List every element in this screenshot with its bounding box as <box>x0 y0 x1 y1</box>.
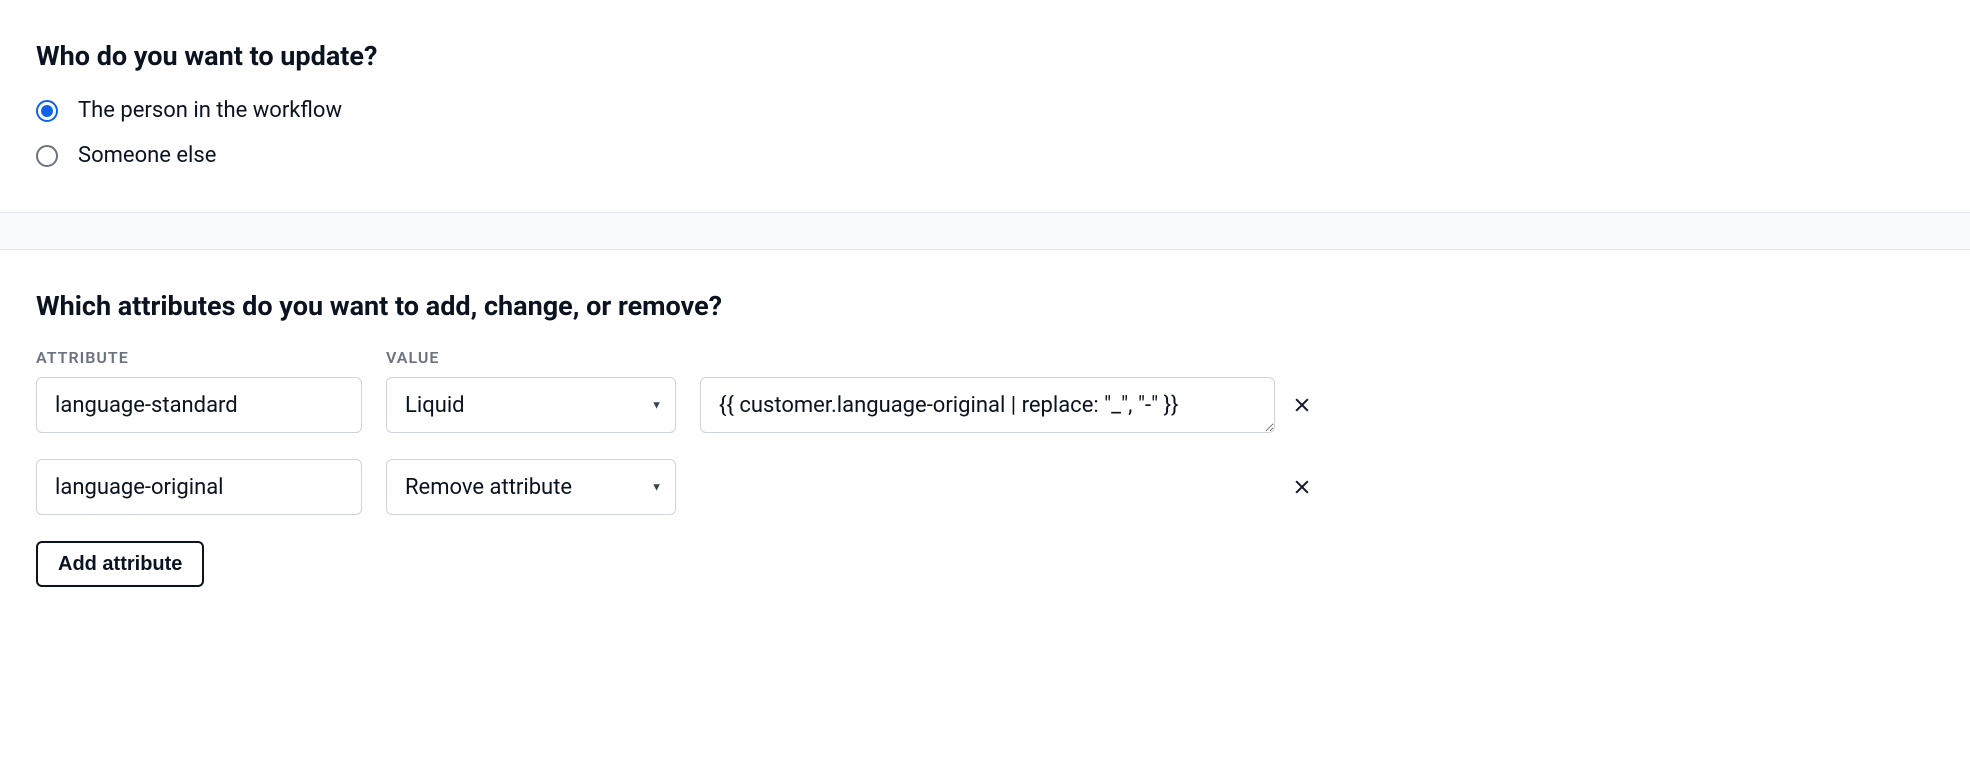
add-attribute-button[interactable]: Add attribute <box>36 541 204 587</box>
radio-icon <box>36 100 58 122</box>
remove-row-button[interactable] <box>1286 389 1318 421</box>
column-headers: Attribute Value <box>36 348 1934 367</box>
radio-icon <box>36 145 58 167</box>
col-header-value: Value <box>386 348 439 367</box>
remove-row-button[interactable] <box>1286 471 1318 503</box>
value-type-select[interactable]: Liquid ▼ <box>386 377 676 433</box>
radio-label: The person in the workflow <box>78 98 342 123</box>
attrs-section: Which attributes do you want to add, cha… <box>0 250 1970 631</box>
who-radio-group: The person in the workflow Someone else <box>36 98 1934 168</box>
attr-row: Liquid ▼ <box>36 377 1934 433</box>
close-icon <box>1292 393 1312 417</box>
close-icon <box>1292 475 1312 499</box>
attrs-title: Which attributes do you want to add, cha… <box>36 290 1934 322</box>
who-title: Who do you want to update? <box>36 40 1934 72</box>
select-label: Remove attribute <box>405 475 572 500</box>
liquid-value-input[interactable] <box>700 377 1275 433</box>
attribute-name-input[interactable] <box>36 459 362 515</box>
section-divider <box>0 212 1970 250</box>
who-radio-someone-else[interactable]: Someone else <box>36 143 1934 168</box>
attr-row: Remove attribute ▼ <box>36 459 1934 515</box>
value-type-select[interactable]: Remove attribute ▼ <box>386 459 676 515</box>
who-section: Who do you want to update? The person in… <box>0 0 1970 212</box>
attribute-name-input[interactable] <box>36 377 362 433</box>
radio-label: Someone else <box>78 143 216 168</box>
select-label: Liquid <box>405 393 465 418</box>
col-header-attribute: Attribute <box>36 348 386 367</box>
who-radio-person-in-workflow[interactable]: The person in the workflow <box>36 98 1934 123</box>
attr-rows: Liquid ▼ Remove attribute ▼ <box>36 377 1934 515</box>
